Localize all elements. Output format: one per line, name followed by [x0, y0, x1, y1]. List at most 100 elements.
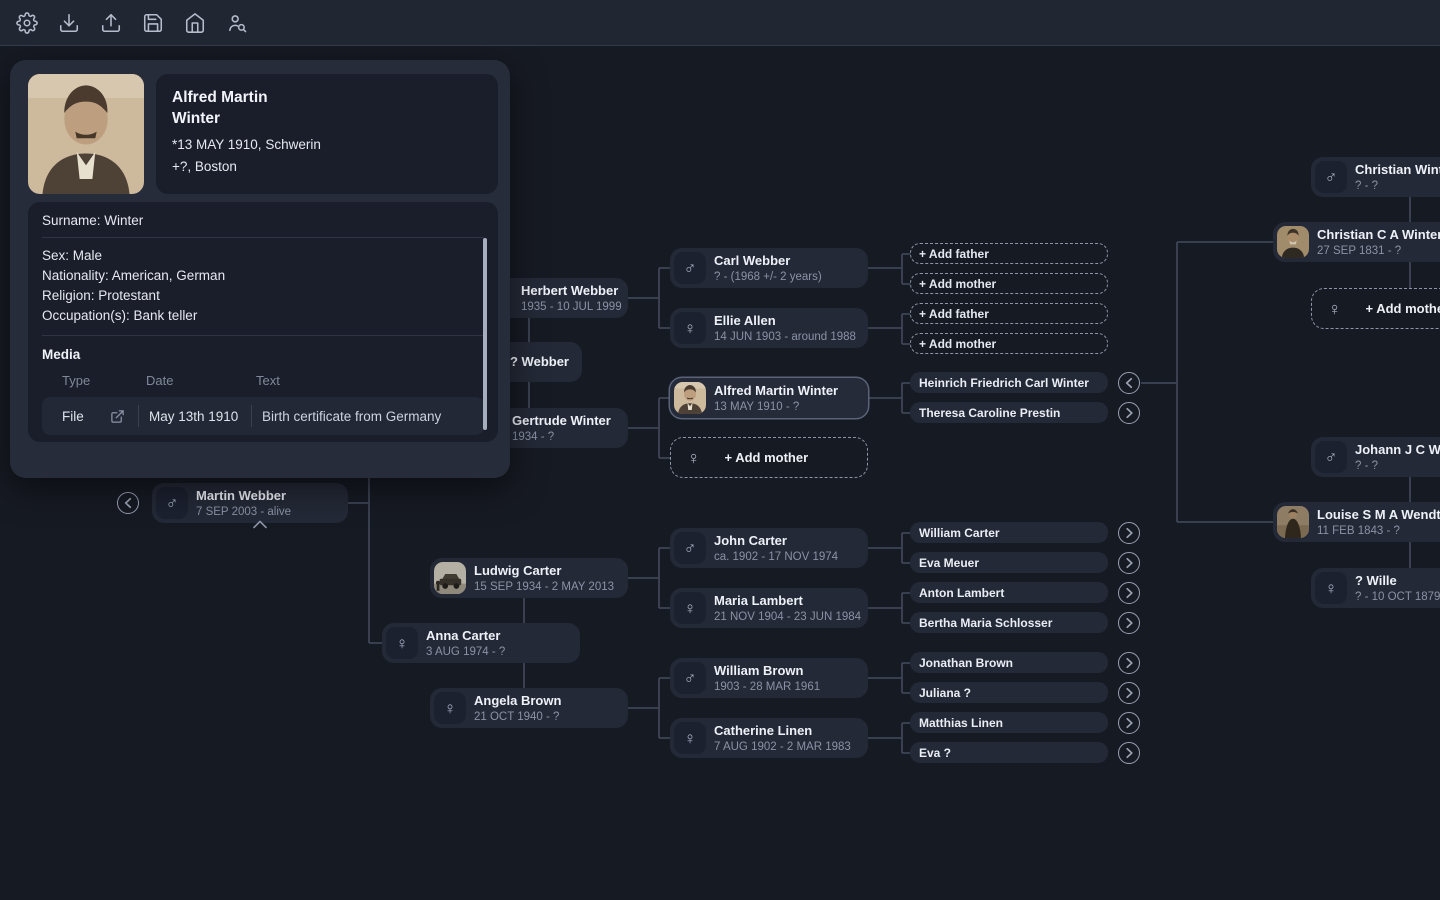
person-node-christian-winter[interactable]: ♂Christian Winter? - ?	[1311, 157, 1440, 197]
female-icon: ♀	[674, 312, 706, 344]
upload-icon[interactable]	[99, 11, 123, 35]
chevron-right-icon-juliana-expand[interactable]	[1118, 682, 1140, 704]
person-node-anton-lambert[interactable]: Anton Lambert	[910, 582, 1108, 603]
person-thumbnail-photo	[1277, 506, 1309, 538]
person-node-christian-c-a-winter[interactable]: Christian C A Winter27 SEP 1831 - ?	[1273, 222, 1440, 262]
chevron-right-icon-theresa-expand[interactable]	[1118, 402, 1140, 424]
media-table-row: File May 13th 1910 Birth certificate fro…	[42, 397, 484, 435]
female-icon: ♀	[1328, 300, 1342, 318]
person-name: Louise S M A Wendt	[1317, 507, 1440, 523]
person-dates: ca. 1902 - 17 NOV 1974	[714, 550, 838, 564]
settings-icon[interactable]	[15, 11, 39, 35]
chevron-right-icon-eva-meuer-expand[interactable]	[1118, 552, 1140, 574]
person-node-anna-carter[interactable]: ♀Anna Carter3 AUG 1974 - ?	[382, 623, 580, 663]
person-name: Anna Carter	[426, 628, 505, 644]
male-icon: ♂	[674, 532, 706, 564]
person-portrait-photo[interactable]	[28, 74, 144, 194]
person-name: Theresa Caroline Prestin	[919, 406, 1060, 420]
person-node-carl-webber[interactable]: ♂Carl Webber? - (1968 +/- 2 years)	[670, 248, 868, 288]
attribute-row: Occupation(s): Bank teller	[42, 306, 484, 326]
person-node-add-mother-1[interactable]: + Add mother	[910, 273, 1108, 294]
person-name: Bertha Maria Schlosser	[919, 616, 1052, 630]
person-node-ellie-allen[interactable]: ♀Ellie Allen14 JUN 1903 - around 1988	[670, 308, 868, 348]
person-node-juliana-unknown[interactable]: Juliana ?	[910, 682, 1108, 703]
person-node-john-carter[interactable]: ♂ John Carterca. 1902 - 17 NOV 1974	[670, 528, 868, 568]
person-node-maria-lambert[interactable]: ♀Maria Lambert21 NOV 1904 - 23 JUN 1984	[670, 588, 868, 628]
person-node-bertha-maria-schlosser[interactable]: Bertha Maria Schlosser	[910, 612, 1108, 633]
person-node-louise-s-m-a-wendt[interactable]: Louise S M A Wendt11 FEB 1843 - ?	[1273, 502, 1440, 542]
person-node-angela-brown[interactable]: ♀Angela Brown21 OCT 1940 - ?	[430, 688, 628, 728]
person-search-icon[interactable]	[225, 11, 249, 35]
media-header-text: Text	[256, 373, 280, 388]
person-node-william-brown[interactable]: ♂William Brown1903 - 28 MAR 1961	[670, 658, 868, 698]
person-name: Martin Webber	[196, 488, 291, 504]
media-date: May 13th 1910	[149, 409, 241, 424]
person-name: + Add mother	[919, 277, 996, 291]
external-link-icon[interactable]	[106, 405, 128, 427]
person-name: Eva ?	[919, 746, 951, 760]
add-parent-label: + Add mother	[725, 450, 809, 465]
media-header-date: Date	[146, 373, 173, 388]
person-node-heinrich-friedrich-carl-winter[interactable]: Heinrich Friedrich Carl Winter	[910, 372, 1108, 393]
person-node-add-father-2[interactable]: + Add father	[910, 303, 1108, 324]
person-node-matthias-linen[interactable]: Matthias Linen	[910, 712, 1108, 733]
person-dates: 21 OCT 1940 - ?	[474, 710, 561, 724]
chevron-right-icon-bertha-schlosser-expand[interactable]	[1118, 612, 1140, 634]
person-name: Jonathan Brown	[919, 656, 1013, 670]
person-node-eva-unknown[interactable]: Eva ?	[910, 742, 1108, 763]
person-node-add-mother-winter[interactable]: ♀ + Add mother	[670, 437, 868, 478]
person-dates: 1935 - 10 JUL 1999	[521, 300, 622, 314]
person-name: Ellie Allen	[714, 313, 856, 329]
female-icon: ♀	[434, 692, 466, 724]
person-node-william-carter[interactable]: William Carter	[910, 522, 1108, 543]
person-name: Alfred Martin Winter	[714, 383, 838, 399]
collapse-card-chevron-up-icon[interactable]	[250, 516, 270, 532]
person-node-johann-j-c-wendt[interactable]: ♂Johann J C Wendt? - ?	[1311, 437, 1440, 477]
media-type: File	[62, 409, 104, 424]
female-icon: ♀	[674, 722, 706, 754]
person-node-add-father-1[interactable]: + Add father	[910, 243, 1108, 264]
person-node-alfred-martin-winter[interactable]: Alfred Martin Winter13 MAY 1910 - ?	[670, 378, 868, 418]
person-node-eva-meuer[interactable]: Eva Meuer	[910, 552, 1108, 573]
person-node-catherine-linen[interactable]: ♀Catherine Linen7 AUG 1902 - 2 MAR 1983	[670, 718, 868, 758]
person-summary: Alfred Martin Winter *13 MAY 1910, Schwe…	[156, 74, 498, 194]
person-node-wille-unknown[interactable]: ♀? Wille? - 10 OCT 1879	[1311, 568, 1440, 608]
person-node-add-mother-right[interactable]: ♀+ Add mother	[1311, 288, 1440, 329]
person-name: Christian C A Winter	[1317, 227, 1440, 243]
person-dates: 3 AUG 1974 - ?	[426, 645, 505, 659]
person-node-jonathan-brown[interactable]: Jonathan Brown	[910, 652, 1108, 673]
surname-row: Surname: Winter	[42, 202, 484, 228]
person-name: Christian Winter	[1355, 162, 1440, 178]
download-icon[interactable]	[57, 11, 81, 35]
person-node-theresa-caroline-prestin[interactable]: Theresa Caroline Prestin	[910, 402, 1108, 423]
divider	[42, 335, 484, 336]
person-name: John Carter	[714, 533, 838, 549]
media-section-title: Media	[42, 347, 484, 362]
person-name: ? Webber	[510, 354, 569, 370]
death-info: +?, Boston	[172, 159, 482, 174]
person-dates: ? - (1968 +/- 2 years)	[714, 270, 822, 284]
person-dates: ? - ?	[1355, 459, 1440, 473]
person-dates: ? - 10 OCT 1879	[1355, 590, 1440, 604]
chevron-left-icon-heinrich-collapse[interactable]	[1118, 372, 1140, 394]
chevron-left-icon-martin-webber-collapse[interactable]	[117, 492, 139, 514]
home-icon[interactable]	[183, 11, 207, 35]
save-icon[interactable]	[141, 11, 165, 35]
person-dates: 27 SEP 1831 - ?	[1317, 244, 1440, 258]
person-node-add-mother-2[interactable]: + Add mother	[910, 333, 1108, 354]
column-separator	[251, 405, 252, 427]
male-icon: ♂	[1315, 441, 1347, 473]
chevron-right-icon-jonathan-brown-expand[interactable]	[1118, 652, 1140, 674]
card-header: Alfred Martin Winter *13 MAY 1910, Schwe…	[10, 60, 510, 194]
chevron-right-icon-anton-lambert-expand[interactable]	[1118, 582, 1140, 604]
person-dates: 13 MAY 1910 - ?	[714, 400, 838, 414]
scrollbar-thumb[interactable]	[483, 238, 487, 430]
chevron-right-icon-matthias-linen-expand[interactable]	[1118, 712, 1140, 734]
female-icon: ♀	[687, 449, 701, 467]
male-icon: ♂	[674, 662, 706, 694]
person-name: Maria Lambert	[714, 593, 861, 609]
chevron-right-icon-eva-expand[interactable]	[1118, 742, 1140, 764]
person-detail-card: Alfred Martin Winter *13 MAY 1910, Schwe…	[10, 60, 510, 478]
person-node-ludwig-carter[interactable]: Ludwig Carter15 SEP 1934 - 2 MAY 2013	[430, 558, 628, 598]
chevron-right-icon-william-carter-expand[interactable]	[1118, 522, 1140, 544]
